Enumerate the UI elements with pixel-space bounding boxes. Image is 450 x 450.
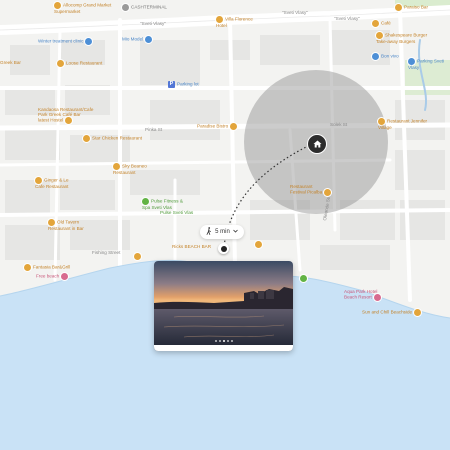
poi-winter-treatment[interactable]: Winter treatment clinic [38, 38, 94, 45]
poi-shakespeare[interactable]: Shakespeare Burger Take-away Burgers [376, 32, 427, 44]
street-label: "Sveti Vlasy" [140, 21, 166, 26]
poi-cafe-top[interactable]: Café [372, 20, 391, 27]
poi-villa-florence[interactable]: Villa Florence Hotel [216, 16, 253, 28]
poi-beach-bar-dot[interactable] [255, 241, 264, 248]
restaurant-icon [324, 189, 332, 197]
street-label: Solek St [330, 122, 348, 127]
bar-icon [255, 241, 262, 248]
poi-sky-beaneo[interactable]: Sky Beaneo Restaurant [113, 163, 147, 175]
poi-fantasia[interactable]: Fantasia Bar&Grill [24, 264, 70, 271]
poi-bon-vivo[interactable]: Bon vivo [372, 53, 399, 60]
selected-location-pin[interactable] [218, 243, 229, 254]
cafe-icon [372, 20, 379, 27]
poi-paraiso-bar[interactable]: Paraiso Bar [395, 4, 428, 11]
restaurant-icon [48, 219, 55, 226]
hotel-icon [373, 294, 381, 302]
street-label: Pinka St [145, 127, 163, 132]
poi-star-chicken[interactable]: Star Chicken Restaurant [83, 135, 142, 142]
sunset-sea-photo [154, 261, 293, 351]
parking-icon [408, 58, 415, 65]
poi-pulse-sub[interactable]: Pulse Sveti Vlas [160, 210, 193, 215]
clinic-icon [85, 38, 93, 45]
poi-parking-lot[interactable]: P Parking lot [168, 81, 199, 88]
poi-aqua-park[interactable]: Aqua Park Hotel Beach Resort [344, 289, 383, 302]
pager-dot[interactable] [218, 340, 221, 342]
pin-center-icon [220, 245, 227, 252]
pager-dot-active[interactable] [222, 340, 225, 342]
restaurant-icon [24, 264, 31, 271]
poi-sun-beach[interactable]: Sun and Chill Beachside [362, 309, 423, 316]
fitness-icon [142, 198, 149, 205]
cafe-icon [414, 309, 422, 316]
poi-ginger[interactable]: Ginger & Le Cafe Restaurant [35, 177, 69, 189]
poi-ricks-beach[interactable]: Ricks BEACH BAR [172, 244, 211, 249]
hotel-icon [216, 16, 223, 23]
atm-icon [122, 4, 129, 11]
poi-parking-sveti[interactable]: Parking Sveti Vlasy [408, 58, 444, 70]
location-photo-card[interactable] [154, 261, 293, 351]
restaurant-icon [378, 118, 385, 125]
park-icon [300, 275, 307, 282]
pager-dot[interactable] [226, 340, 229, 342]
bar-icon [395, 4, 402, 11]
street-label: "Sveti Vlasy" [282, 10, 308, 15]
shop-icon [372, 53, 379, 60]
poi-greek-bar[interactable]: Greek Bar [0, 60, 21, 65]
poi-cashterminal[interactable]: CASHTERMINAL [122, 4, 167, 11]
walk-time-label: 5 min [215, 229, 230, 235]
poi-allocomp[interactable]: Allocomp Grand Market Supermarket [54, 2, 111, 14]
poi-green-dot[interactable] [300, 275, 309, 282]
poi-free-beach[interactable]: Free beach [36, 273, 70, 280]
poi-pulse-fitness[interactable]: Pulse Fitness & Spa Sveti Vlas [142, 198, 183, 210]
bar-icon [134, 253, 141, 260]
shop-icon [145, 36, 153, 43]
poi-bar-dot-2[interactable] [134, 253, 143, 260]
restaurant-icon [65, 117, 73, 125]
street-label: Fishing Street [92, 250, 121, 255]
restaurant-icon [113, 163, 120, 170]
poi-festival[interactable]: Restaurant Festival Picalba [290, 184, 333, 197]
poi-loose-restaurant[interactable]: Loose Restaurant [57, 60, 102, 67]
chevron-down-icon [233, 229, 238, 235]
poi-kandaosa[interactable]: Kandaosa Restaurant/Cafe Park Greek Café… [38, 107, 93, 125]
poi-old-tavern[interactable]: Old Tavern Restaurant in Bar [48, 219, 84, 231]
pager-dot[interactable] [230, 340, 233, 342]
poi-jennifer[interactable]: Restaurant Jennifer Village [378, 118, 427, 130]
parking-icon: P [168, 81, 175, 88]
poi-mio-model[interactable]: Mio Model [122, 36, 154, 43]
pager-dot[interactable] [214, 340, 217, 342]
beach-icon [61, 273, 69, 280]
photo-pager[interactable] [154, 340, 293, 342]
home-icon [313, 135, 322, 153]
burger-icon [376, 32, 383, 39]
cart-icon [54, 2, 61, 9]
home-location-marker[interactable] [307, 134, 327, 154]
walk-time-pill[interactable]: 5 min [200, 225, 244, 239]
street-label: "Sveti Vlasy" [334, 16, 360, 21]
restaurant-icon [57, 60, 64, 67]
restaurant-icon [230, 123, 238, 130]
poi-paradise-bistro[interactable]: Paradise Bistro [197, 123, 239, 130]
walking-person-icon [206, 227, 212, 237]
restaurant-icon [83, 135, 90, 142]
restaurant-icon [35, 177, 42, 184]
